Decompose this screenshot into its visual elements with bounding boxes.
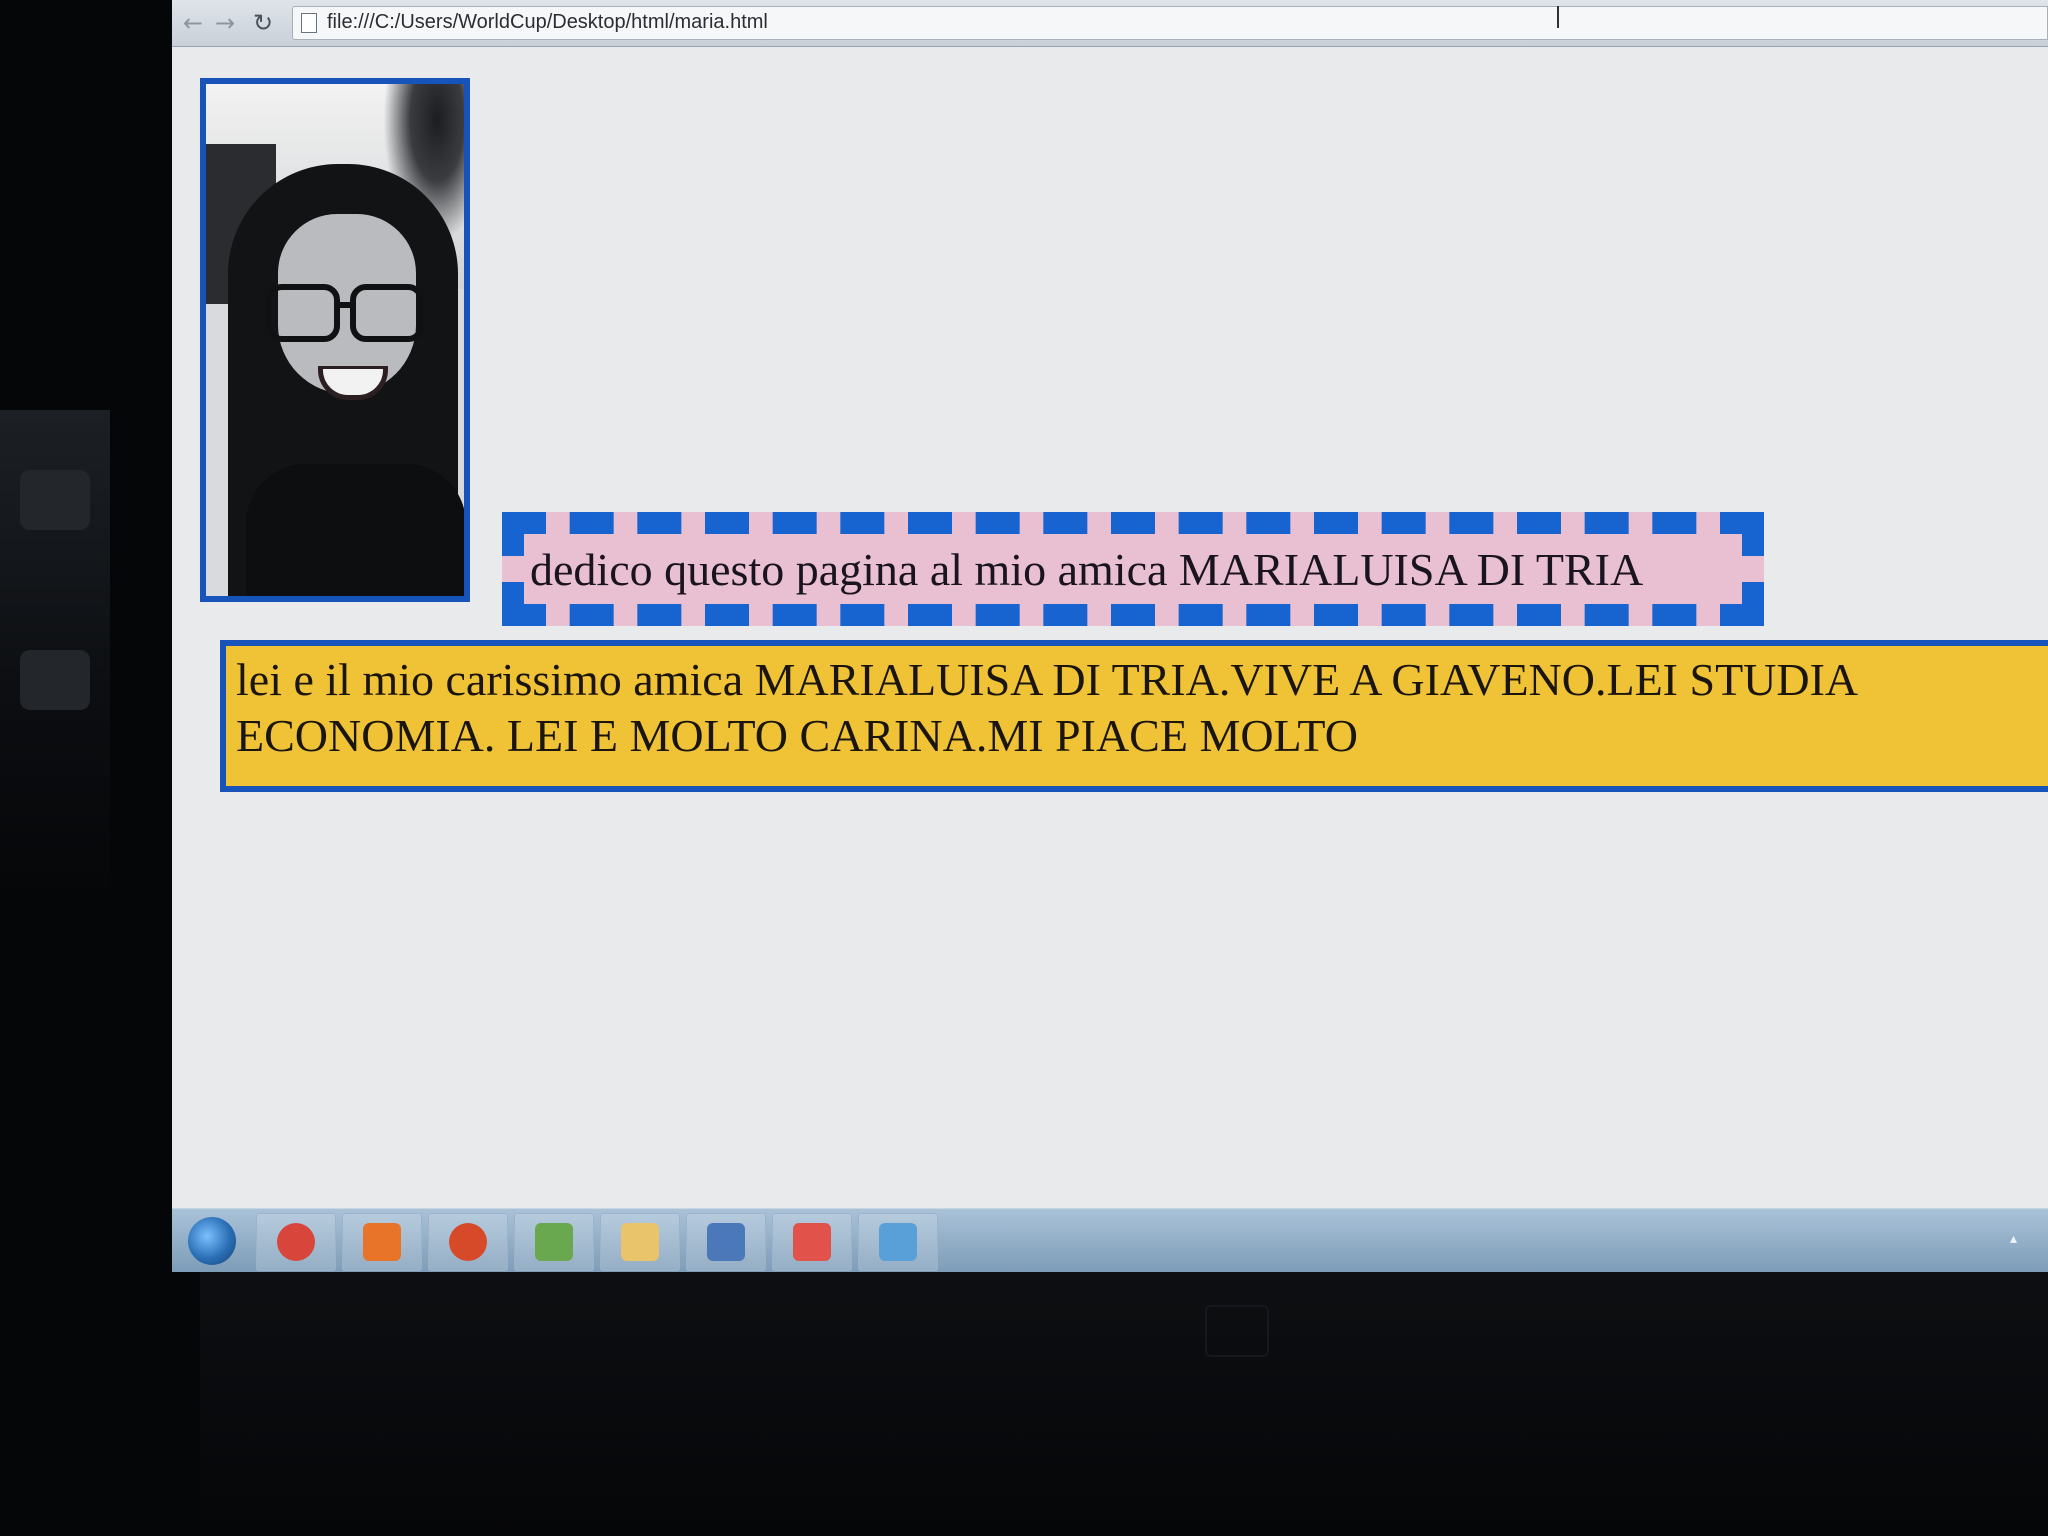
forward-arrow-icon[interactable]: →: [212, 10, 238, 36]
taskbar-button[interactable]: [342, 1213, 422, 1271]
back-arrow-icon[interactable]: ←: [180, 10, 206, 36]
browser-toolbar: ← → ↻ file:///C:/Users/WorldCup/Desktop/…: [172, 0, 2048, 47]
monitor-screen: ← → ↻ file:///C:/Users/WorldCup/Desktop/…: [172, 0, 2048, 1272]
glasses-bridge: [334, 302, 352, 308]
desk-object: [20, 650, 90, 710]
network-icon: [879, 1223, 917, 1261]
chart-app-icon: [793, 1223, 831, 1261]
desk-object: [20, 470, 90, 530]
dedication-text: dedico questo pagina al mio amica MARIAL…: [530, 543, 1644, 595]
monitor-bezel: [200, 1270, 2048, 1536]
taskbar-button[interactable]: [600, 1213, 680, 1271]
monitor-logo: [1205, 1305, 1269, 1357]
bio-box: lei e il mio carissimo amica MARIALUISA …: [220, 640, 2048, 792]
tray-chevron-icon[interactable]: ▴: [2010, 1231, 2024, 1247]
reload-icon[interactable]: ↻: [250, 10, 276, 36]
taskbar-button[interactable]: [772, 1213, 852, 1271]
text-cursor: [1557, 6, 1559, 28]
paint-icon: [535, 1223, 573, 1261]
background-desk: [0, 410, 110, 910]
address-bar[interactable]: file:///C:/Users/WorldCup/Desktop/html/m…: [292, 6, 2048, 40]
glasses-left-lens: [266, 284, 340, 342]
photo-shirt: [246, 464, 464, 596]
taskbar-button[interactable]: [686, 1213, 766, 1271]
chrome-icon: [277, 1223, 315, 1261]
profile-photo: [200, 78, 470, 602]
start-button[interactable]: [188, 1217, 236, 1265]
glasses-right-lens: [350, 284, 424, 342]
taskbar-button[interactable]: [428, 1213, 508, 1271]
dedication-box: dedico questo pagina al mio amica MARIAL…: [502, 512, 1764, 626]
media-center-icon: [449, 1223, 487, 1261]
bio-text: lei e il mio carissimo amica MARIALUISA …: [236, 654, 1856, 761]
media-player-icon: [363, 1223, 401, 1261]
taskbar-button[interactable]: [858, 1213, 938, 1271]
screen-tool-icon: [707, 1223, 745, 1261]
folder-icon: [621, 1223, 659, 1261]
page-icon: [301, 13, 317, 33]
url-text[interactable]: file:///C:/Users/WorldCup/Desktop/html/m…: [327, 11, 768, 34]
taskbar-button[interactable]: [514, 1213, 594, 1271]
taskbar: ▴: [172, 1208, 2048, 1272]
taskbar-button[interactable]: [256, 1213, 336, 1271]
